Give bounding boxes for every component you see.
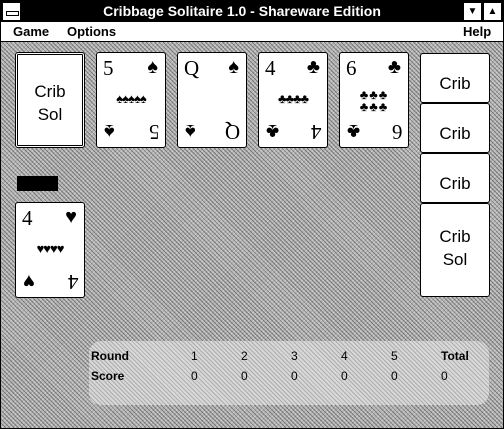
card-rank: 4 bbox=[265, 56, 276, 80]
crib-card-1: Crib bbox=[420, 53, 490, 103]
menu-bar: Game Options Help bbox=[1, 22, 503, 42]
card-pips: ♥♥♥♥ bbox=[36, 241, 65, 256]
round-5: 5 bbox=[391, 349, 398, 363]
played-card-2[interactable]: Q ♠ ♠ Q bbox=[177, 52, 247, 148]
score-panel: Round Score 1 2 3 4 5 Total 0 0 0 0 0 0 bbox=[89, 341, 489, 405]
card-rank: 5 bbox=[103, 56, 114, 80]
menu-help[interactable]: Help bbox=[463, 24, 491, 39]
minimize-button[interactable]: ▼ bbox=[463, 2, 482, 21]
deck-card[interactable]: Crib Sol bbox=[15, 52, 85, 148]
heart-icon: ♥ bbox=[23, 270, 35, 292]
score-1: 0 bbox=[191, 369, 198, 383]
played-card-4[interactable]: 6 ♣ ♣♣♣ ♣♣♣ ♣ 6 bbox=[339, 52, 409, 148]
deck-label-line2: Sol bbox=[37, 105, 63, 124]
title-bar: Cribbage Solitaire 1.0 - Shareware Editi… bbox=[1, 1, 503, 22]
spade-icon: ♠ bbox=[147, 56, 158, 78]
crib-card-label: Crib bbox=[439, 124, 471, 143]
maximize-icon: ▲ bbox=[487, 6, 498, 17]
score-label: Score bbox=[91, 369, 125, 383]
crib-label-line2: Sol bbox=[442, 250, 468, 269]
card-rank-bottom: 4 bbox=[310, 120, 322, 144]
crib-card-3: Crib bbox=[420, 153, 490, 203]
maximize-button[interactable]: ▲ bbox=[483, 2, 502, 21]
heart-icon: ♥ bbox=[65, 206, 77, 228]
window-title: Cribbage Solitaire 1.0 - Shareware Editi… bbox=[103, 3, 381, 19]
played-card-3[interactable]: 4 ♣ ♣♣♣♣ ♣ 4 bbox=[258, 52, 328, 148]
score-3: 0 bbox=[291, 369, 298, 383]
crib-stack[interactable]: Crib Crib Crib Crib Sol bbox=[420, 53, 490, 297]
game-window: Cribbage Solitaire 1.0 - Shareware Editi… bbox=[0, 0, 504, 429]
card-pips: ♣♣♣ ♣♣♣ bbox=[340, 88, 408, 114]
card-rank: 4 bbox=[22, 206, 33, 230]
system-menu-button[interactable] bbox=[2, 2, 21, 21]
minimize-icon: ▼ bbox=[467, 6, 478, 17]
card-pips-row2: ♣♣♣ bbox=[359, 99, 389, 114]
spade-icon: ♠ bbox=[104, 120, 115, 142]
card-rank: 6 bbox=[346, 56, 357, 80]
spade-icon: ♠ bbox=[185, 120, 196, 142]
card-rank-bottom: 4 bbox=[67, 270, 79, 294]
played-card-1[interactable]: 5 ♠ ♠♠♠♠♠ ♠ 5 bbox=[96, 52, 166, 148]
menu-game[interactable]: Game bbox=[13, 24, 49, 39]
round-3: 3 bbox=[291, 349, 298, 363]
deck-label-line1: Crib bbox=[34, 82, 66, 101]
card-rank-bottom: 5 bbox=[148, 120, 160, 144]
spade-icon: ♠ bbox=[228, 56, 239, 78]
crib-card-label: Crib bbox=[439, 74, 471, 93]
total-label: Total bbox=[441, 349, 469, 363]
crib-card-top: Crib Sol bbox=[420, 203, 490, 297]
score-total: 0 bbox=[441, 369, 448, 383]
crib-card-2: Crib bbox=[420, 103, 490, 153]
round-4: 4 bbox=[341, 349, 348, 363]
score-5: 0 bbox=[391, 369, 398, 383]
club-icon: ♣ bbox=[306, 56, 320, 78]
crib-label-line1: Crib bbox=[439, 227, 471, 246]
menu-options[interactable]: Options bbox=[67, 24, 116, 39]
club-icon: ♣ bbox=[387, 56, 401, 78]
club-icon: ♣ bbox=[347, 120, 361, 142]
hand-card[interactable]: 4 ♥ ♥♥♥♥ ♥ 4 bbox=[15, 202, 85, 298]
card-rank-bottom: 6 bbox=[391, 120, 403, 144]
card-pips: ♣♣♣♣ bbox=[277, 91, 309, 106]
score-2: 0 bbox=[241, 369, 248, 383]
score-4: 0 bbox=[341, 369, 348, 383]
round-label: Round bbox=[91, 349, 129, 363]
round-2: 2 bbox=[241, 349, 248, 363]
crib-card-label: Crib bbox=[439, 174, 471, 193]
club-icon: ♣ bbox=[266, 120, 280, 142]
card-rank-bottom: Q bbox=[224, 120, 240, 144]
card-pips: ♠♠♠♠♠ bbox=[116, 91, 147, 106]
player-indicator bbox=[17, 176, 58, 191]
card-rank: Q bbox=[184, 56, 200, 80]
round-1: 1 bbox=[191, 349, 198, 363]
